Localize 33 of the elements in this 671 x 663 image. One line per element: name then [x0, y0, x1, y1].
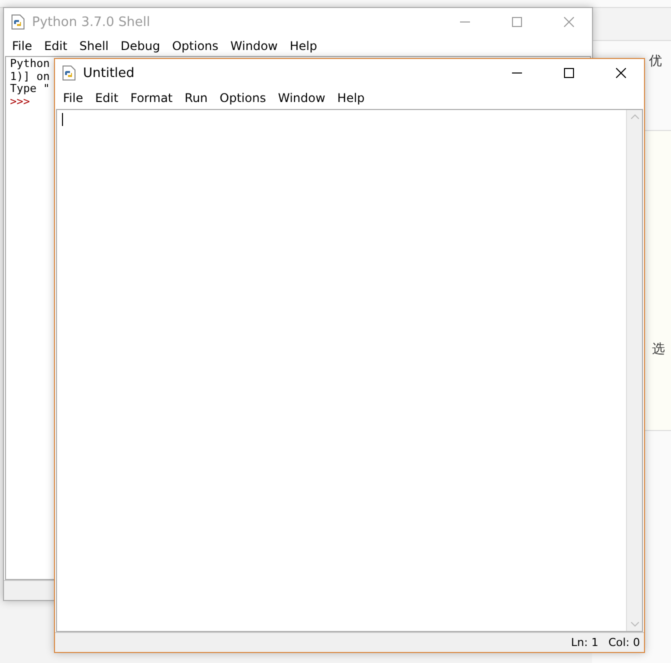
shell-output-line: Type "	[10, 83, 50, 96]
scroll-down-icon	[630, 622, 638, 627]
window-title: Python 3.7.0 Shell	[32, 14, 152, 30]
menu-item[interactable]: Run	[178, 91, 214, 105]
menu-item[interactable]: File	[6, 39, 38, 53]
maximize-icon	[512, 17, 522, 27]
menu-item[interactable]: Format	[124, 91, 179, 105]
scrollbar[interactable]	[626, 110, 642, 631]
menu-item[interactable]: Options	[214, 91, 272, 105]
menu-item[interactable]: Edit	[38, 39, 74, 53]
background-text: 选	[652, 341, 665, 358]
menu-item[interactable]: Options	[166, 39, 224, 53]
menu-item[interactable]: Debug	[114, 39, 166, 53]
menu-item[interactable]: Help	[331, 91, 371, 105]
shell-prompt: >>>	[10, 96, 30, 108]
maximize-icon	[564, 68, 574, 78]
window-title: Untitled	[83, 66, 136, 80]
menu-item[interactable]: File	[57, 91, 90, 105]
menu-item[interactable]: Help	[284, 39, 324, 53]
background-text: 优	[649, 53, 662, 70]
shell-output-line: 1)] on	[10, 70, 50, 83]
menu-item[interactable]: Window	[272, 91, 332, 105]
menu-item[interactable]: Edit	[89, 91, 124, 105]
line-number: Ln: 1	[571, 636, 598, 649]
python-file-icon	[61, 65, 77, 81]
shell-output-line: Python	[10, 58, 50, 70]
menu-item[interactable]: Shell	[73, 39, 115, 53]
scroll-up-icon	[630, 114, 638, 119]
column-number: Col: 0	[608, 636, 640, 649]
menu-item[interactable]: Window	[224, 39, 284, 53]
python-file-icon	[10, 14, 26, 30]
close-icon	[616, 68, 626, 78]
close-icon	[564, 17, 574, 27]
